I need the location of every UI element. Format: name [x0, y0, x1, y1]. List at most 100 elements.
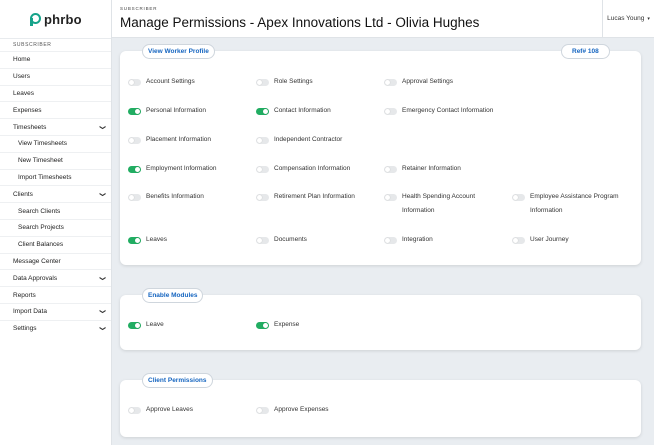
toggle-switch[interactable]	[256, 136, 269, 144]
sidebar-item-label: Search Clients	[18, 207, 61, 215]
sidebar-item-import-timesheets[interactable]: Import Timesheets	[0, 168, 111, 186]
toggle-switch[interactable]	[384, 78, 397, 86]
sidebar-item-client-balances[interactable]: Client Balances	[0, 235, 111, 253]
permission-retainer-information: Retainer Information	[384, 162, 502, 176]
toggle-switch[interactable]	[128, 321, 141, 329]
chevron-down-icon[interactable]: ❯	[99, 326, 106, 331]
toggle-switch[interactable]	[256, 321, 269, 329]
page-title: Manage Permissions - Apex Innovations Lt…	[120, 15, 480, 30]
view-worker-profile-link[interactable]: View Worker Profile	[142, 44, 215, 59]
sidebar-nav: Home Users Leaves Expenses Timesheets ❯ View T…	[0, 51, 111, 337]
toggle-switch[interactable]	[128, 193, 141, 201]
sidebar-item-label: Client Balances	[18, 241, 64, 249]
permission-account-settings: Account Settings	[128, 75, 246, 89]
sidebar-item-search-clients[interactable]: Search Clients	[0, 202, 111, 219]
permission-approve-leaves: Approve Leaves	[128, 403, 246, 417]
permission-label: Employment Information	[146, 165, 217, 172]
toggle-switch[interactable]	[384, 236, 397, 244]
sidebar-item-timesheets[interactable]: Timesheets ❯	[0, 118, 111, 135]
sidebar-item-label: View Timesheets	[18, 140, 68, 148]
permission-compensation-information: Compensation Information	[256, 162, 374, 176]
sidebar-item-home[interactable]: Home	[0, 51, 111, 68]
sidebar-item-label: Data Approvals	[13, 274, 58, 282]
permission-user-journey: User Journey	[512, 233, 630, 247]
permission-label: Expense	[274, 321, 300, 328]
sidebar-item-expenses[interactable]: Expenses	[0, 101, 111, 118]
chevron-down-icon[interactable]: ❯	[99, 125, 106, 130]
sidebar: phrbo SUBSCRIBER Home Users Leaves Expenses…	[0, 0, 112, 445]
permission-label: User Journey	[530, 236, 569, 243]
header-label: SUBSCRIBER	[120, 6, 158, 11]
sidebar-item-search-projects[interactable]: Search Projects	[0, 218, 111, 236]
permission-retirement-plan-information: Retirement Plan Information	[256, 190, 374, 204]
sidebar-item-label: Home	[13, 56, 31, 64]
sidebar-item-label: Leaves	[13, 89, 34, 97]
enable-modules-label: Enable Modules	[142, 288, 204, 303]
toggle-switch[interactable]	[256, 165, 269, 173]
enable-modules-card: Enable Modules Leave Expense	[120, 288, 641, 350]
sidebar-item-label: Expenses	[13, 106, 42, 114]
sidebar-item-new-timesheet[interactable]: New Timesheet	[0, 151, 111, 169]
sidebar-item-label: Import Timesheets	[18, 173, 72, 181]
sidebar-item-leaves[interactable]: Leaves	[0, 84, 111, 102]
sidebar-item-users[interactable]: Users	[0, 67, 111, 85]
sidebar-item-label: Users	[13, 73, 30, 81]
toggle-switch[interactable]	[256, 406, 269, 414]
toggle-switch[interactable]	[256, 107, 269, 115]
permission-label: Integration	[402, 236, 433, 243]
toggle-switch[interactable]	[128, 165, 141, 173]
toggle-switch[interactable]	[256, 236, 269, 244]
permission-approval-settings: Approval Settings	[384, 75, 502, 89]
sidebar-item-clients[interactable]: Clients ❯	[0, 185, 111, 202]
toggle-switch[interactable]	[256, 193, 269, 201]
permission-label: Employee Assistance Program Information	[530, 193, 619, 214]
toggle-switch[interactable]	[384, 107, 397, 115]
toggle-switch[interactable]	[128, 107, 141, 115]
permission-label: Placement Information	[146, 136, 212, 143]
permission-employee-assistance-program-information: Employee Assistance Program Information	[512, 190, 630, 218]
toggle-switch[interactable]	[128, 78, 141, 86]
permission-leaves: Leaves	[128, 233, 246, 247]
sidebar-item-label: Import Data	[13, 308, 47, 316]
toggle-switch[interactable]	[128, 136, 141, 144]
permission-employment-information: Employment Information	[128, 162, 246, 176]
toggle-switch[interactable]	[128, 236, 141, 244]
permission-emergency-contact-information: Emergency Contact Information	[384, 104, 502, 118]
sidebar-item-view-timesheets[interactable]: View Timesheets	[0, 134, 111, 152]
sidebar-item-settings[interactable]: Settings ❯	[0, 319, 111, 337]
toggle-switch[interactable]	[384, 165, 397, 173]
user-name: Lucas Young	[607, 15, 645, 22]
permission-leave: Leave	[128, 318, 246, 332]
permission-label: Leave	[146, 321, 164, 328]
user-menu[interactable]: Lucas Young ▾	[602, 0, 654, 37]
app-logo[interactable]: phrbo	[0, 0, 111, 38]
sidebar-item-label: Reports	[13, 291, 36, 299]
permission-contact-information: Contact Information	[256, 104, 374, 118]
chevron-down-icon[interactable]: ❯	[99, 276, 106, 281]
toggle-switch[interactable]	[512, 193, 525, 201]
toggle-switch[interactable]	[384, 193, 397, 201]
sidebar-item-reports[interactable]: Reports	[0, 286, 111, 303]
permission-label: Emergency Contact Information	[402, 107, 494, 114]
logo-icon	[30, 12, 41, 26]
permission-label: Health Spending Account Information	[402, 193, 475, 214]
toggle-switch[interactable]	[128, 406, 141, 414]
toggle-switch[interactable]	[256, 78, 269, 86]
sidebar-item-label: Message Center	[13, 257, 61, 265]
chevron-down-icon[interactable]: ❯	[99, 192, 106, 197]
permission-placement-information: Placement Information	[128, 133, 246, 147]
permission-label: Retainer Information	[402, 165, 461, 172]
toggle-switch[interactable]	[512, 236, 525, 244]
permission-health-spending-account-information: Health Spending Account Information	[384, 190, 502, 218]
sidebar-item-label: New Timesheet	[18, 157, 63, 165]
sidebar-item-import-data[interactable]: Import Data ❯	[0, 302, 111, 320]
permission-label: Retirement Plan Information	[274, 193, 355, 200]
chevron-down-icon[interactable]: ❯	[99, 309, 106, 314]
permission-label: Documents	[274, 236, 307, 243]
permission-label: Compensation Information	[274, 165, 351, 172]
top-bar: SUBSCRIBER Manage Permissions - Apex Inn…	[112, 0, 654, 38]
sidebar-item-message-center[interactable]: Message Center	[0, 252, 111, 270]
sidebar-item-data-approvals[interactable]: Data Approvals ❯	[0, 269, 111, 286]
client-permissions-card: Client Permissions Approve Leaves Approve…	[120, 373, 641, 437]
permission-integration: Integration	[384, 233, 502, 247]
